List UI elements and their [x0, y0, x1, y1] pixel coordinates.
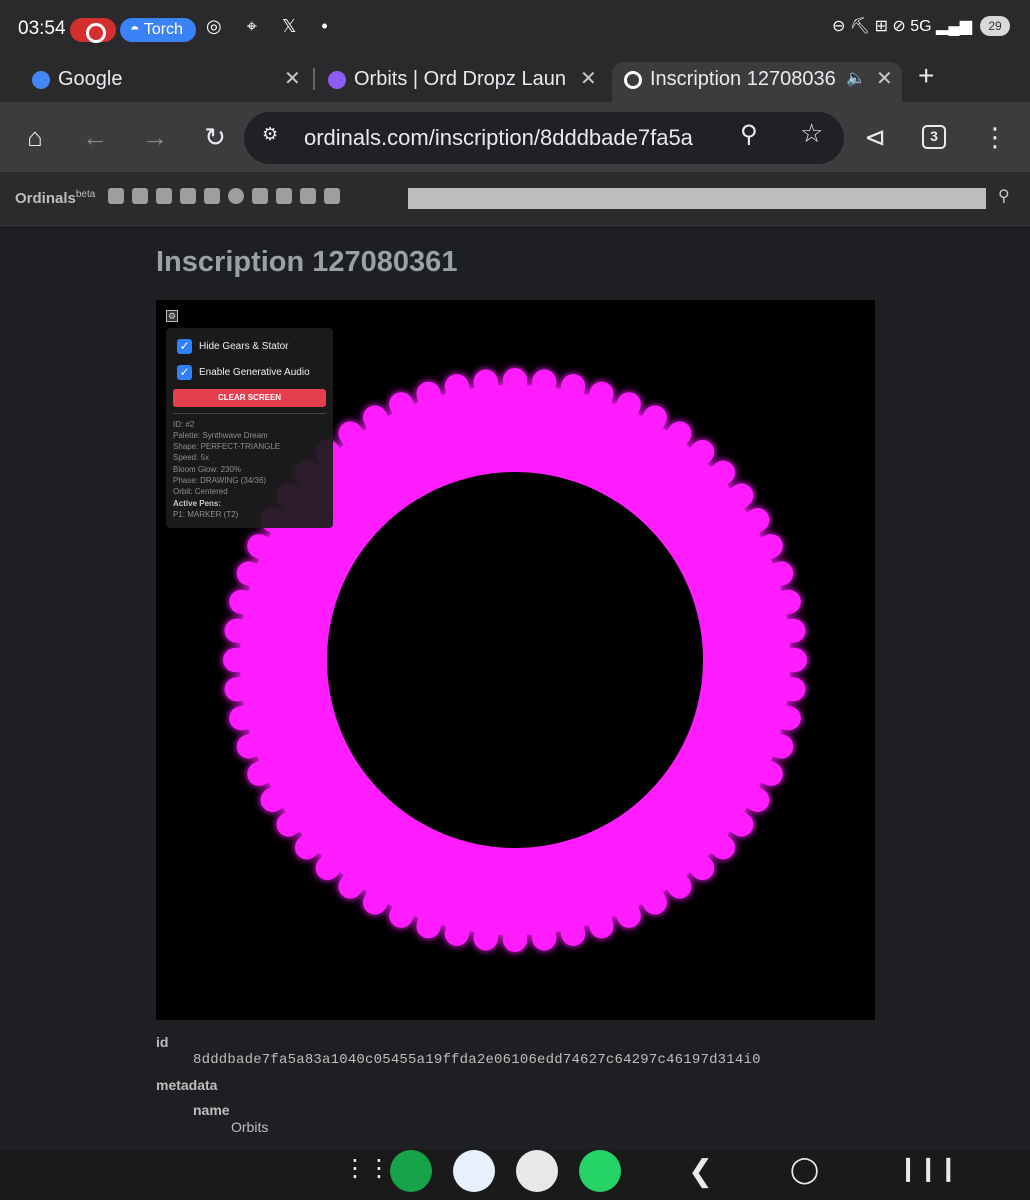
checkbox-checked-icon[interactable]: ✓	[177, 339, 192, 354]
home-nav-icon[interactable]: ◯	[790, 1154, 819, 1185]
system-status-icons: ⊖ ⛏ ⊞ ⊘ 5G ▂▄▆	[831, 18, 972, 35]
whatsapp-app-icon[interactable]	[579, 1150, 621, 1192]
info-id: ID: #2	[173, 420, 195, 429]
messages-app-icon[interactable]	[453, 1150, 495, 1192]
clock-icon[interactable]	[228, 188, 244, 204]
tab-switcher-button[interactable]: 3	[922, 125, 946, 149]
info-bloom: Bloom Glow: 230%	[173, 465, 242, 474]
settings-gear-icon[interactable]: ⚙	[166, 310, 178, 322]
blocks-icon[interactable]	[132, 188, 148, 204]
tab-title: Google	[58, 68, 123, 90]
inscriptions-icon[interactable]	[108, 188, 124, 204]
google-favicon-icon	[32, 71, 50, 89]
diamond-icon[interactable]	[252, 188, 268, 204]
docs-icon[interactable]	[276, 188, 292, 204]
new-tab-button[interactable]: +	[918, 60, 934, 92]
status-bar: 03:54 ◓ Torch ◎ ⌖ 𝕏 • ⊖ ⛏ ⊞ ⊘ 5G ▂▄▆ 29	[0, 0, 1030, 56]
forward-icon[interactable]: →	[135, 118, 175, 158]
back-nav-icon[interactable]: ❮	[688, 1154, 713, 1189]
speaker-icon[interactable]: 🔈	[846, 62, 866, 96]
ordinals-favicon-icon	[624, 71, 642, 89]
info-phase: Phase: DRAWING (34/36)	[173, 476, 267, 485]
tab-divider	[313, 68, 315, 90]
bookmark-star-icon[interactable]: ☆	[800, 118, 823, 149]
site-header: Ordinalsbeta ⚲	[0, 172, 1030, 226]
close-tab-icon[interactable]: ✕	[580, 62, 597, 96]
torch-chip[interactable]: ◓ Torch	[120, 18, 196, 42]
info-speed: Speed: 5x	[173, 453, 210, 462]
archive-icon[interactable]	[180, 188, 196, 204]
collections-icon[interactable]	[156, 188, 172, 204]
site-settings-icon[interactable]: ⚙	[262, 124, 278, 145]
menu-icon[interactable]: ⋮	[975, 118, 1015, 158]
info-pen: P1: MARKER (T2)	[173, 510, 239, 519]
tab-inscription[interactable]: Inscription 12708036 🔈 ✕	[612, 62, 902, 102]
name-value: Orbits	[231, 1119, 269, 1135]
id-label: id	[156, 1034, 169, 1050]
main-content: Inscription 127080361 ⚙ ✓ Hide Gears & S…	[0, 226, 1030, 1150]
tab-title: Orbits | Ord Dropz Laun	[354, 68, 566, 90]
github-icon[interactable]	[300, 188, 316, 204]
back-icon[interactable]: ←	[75, 118, 115, 158]
zoom-icon[interactable]: ⚲	[740, 120, 758, 149]
phone-app-icon[interactable]	[390, 1150, 432, 1192]
panel-divider	[173, 413, 326, 414]
ring-tooth	[737, 648, 807, 672]
screen-record-icon[interactable]	[70, 18, 116, 43]
runes-icon[interactable]	[204, 188, 220, 204]
name-label: name	[193, 1102, 230, 1118]
system-icons: ⊖ ⛏ ⊞ ⊘ 5G ▂▄▆ 29	[832, 16, 1010, 36]
ring-tooth	[223, 648, 293, 672]
clear-screen-button[interactable]: CLEAR SCREEN	[173, 389, 326, 407]
android-nav-bar: ⋮⋮⋮ ❮ ◯ ❙❙❙	[0, 1150, 1030, 1200]
info-shape: Shape: PERFECT-TRIANGLE	[173, 442, 281, 451]
recents-nav-icon[interactable]: ❙❙❙	[898, 1154, 958, 1183]
site-logo[interactable]: Ordinalsbeta	[15, 189, 95, 207]
notification-icons: ◎ ⌖ 𝕏 •	[206, 16, 338, 36]
search-input[interactable]	[408, 188, 986, 209]
metadata-label: metadata	[156, 1077, 218, 1093]
inscription-preview[interactable]: ⚙ ✓ Hide Gears & Stator ✓ Enable Generat…	[156, 300, 875, 1020]
orbits-favicon-icon	[328, 71, 346, 89]
generative-audio-label: Enable Generative Audio	[199, 367, 310, 378]
ring-tooth	[503, 368, 527, 438]
close-tab-icon[interactable]: ✕	[284, 62, 301, 96]
tab-google[interactable]: Google ✕	[32, 62, 302, 102]
chrome-app-icon[interactable]	[516, 1150, 558, 1192]
tab-title: Inscription 12708036	[650, 68, 836, 90]
page-title: Inscription 127080361	[156, 246, 458, 278]
checkbox-checked-icon[interactable]: ✓	[177, 365, 192, 380]
reload-icon[interactable]: ↻	[195, 118, 235, 158]
info-orbit: Orbit: Centered	[173, 487, 228, 496]
tab-orbits[interactable]: Orbits | Ord Dropz Laun ✕	[328, 62, 600, 102]
active-pens-label: Active Pens:	[173, 499, 222, 508]
discord-icon[interactable]	[324, 188, 340, 204]
torch-label: Torch	[143, 21, 183, 38]
hide-gears-label: Hide Gears & Stator	[199, 341, 289, 352]
settings-panel: ✓ Hide Gears & Stator ✓ Enable Generativ…	[166, 328, 333, 528]
battery-icon: 29	[980, 16, 1010, 36]
logo-text: Ordinals	[15, 190, 76, 207]
browser-toolbar: ⌂ ← → ↻ ⚙ ordinals.com/inscription/8dddb…	[0, 102, 1030, 172]
ring-center	[327, 472, 703, 848]
id-value: 8dddbade7fa5a83a1040c05455a19ffda2e06106…	[193, 1052, 761, 1068]
address-bar[interactable]: ⚙ ordinals.com/inscription/8dddbade7fa5a…	[244, 112, 844, 164]
clock: 03:54	[18, 18, 66, 39]
ring-tooth	[503, 882, 527, 952]
home-icon[interactable]: ⌂	[15, 118, 55, 158]
site-nav-icons	[108, 188, 340, 204]
info-palette: Palette: Synthwave Dream	[173, 431, 268, 440]
logo-beta: beta	[75, 189, 96, 200]
search-icon[interactable]: ⚲	[998, 186, 1010, 206]
close-tab-icon[interactable]: ✕	[876, 62, 893, 96]
share-icon[interactable]: ⊲	[855, 118, 895, 158]
tab-strip: Google ✕ Orbits | Ord Dropz Laun ✕ Inscr…	[0, 56, 1030, 102]
url-text[interactable]: ordinals.com/inscription/8dddbade7fa5a	[304, 125, 716, 151]
